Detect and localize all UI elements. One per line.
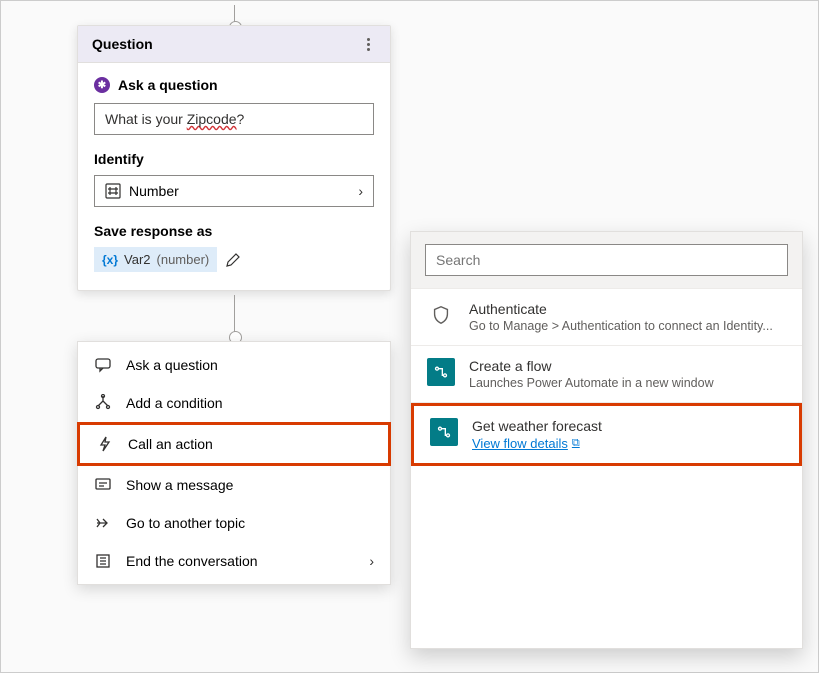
question-text-wavy: Zipcode xyxy=(187,111,237,127)
more-icon[interactable] xyxy=(360,36,376,52)
connector-line-top xyxy=(234,5,235,25)
search-wrap xyxy=(411,232,802,289)
message-icon xyxy=(94,476,112,494)
flyout-item-create-flow[interactable]: Create a flow Launches Power Automate in… xyxy=(411,346,802,403)
menu-go-to-another-topic[interactable]: Go to another topic xyxy=(78,504,390,542)
end-icon xyxy=(94,552,112,570)
flyout-item-subtitle: Launches Power Automate in a new window xyxy=(469,376,714,390)
variable-chip[interactable]: {x} Var2 (number) xyxy=(94,247,217,272)
link-text: View flow details xyxy=(472,436,568,451)
variable-name: Var2 xyxy=(124,252,151,267)
menu-item-label: Ask a question xyxy=(126,357,218,373)
menu-item-label: Call an action xyxy=(128,436,213,452)
flow-icon xyxy=(430,418,458,446)
question-icon: ✱ xyxy=(94,77,110,93)
view-flow-details-link[interactable]: View flow details ⧉ xyxy=(472,436,602,451)
ask-a-question-row: ✱ Ask a question xyxy=(94,77,374,93)
edit-icon[interactable] xyxy=(225,252,241,268)
variable-type: (number) xyxy=(157,252,210,267)
menu-item-label: Show a message xyxy=(126,477,233,493)
identify-selector[interactable]: Number › xyxy=(94,175,374,207)
menu-item-label: End the conversation xyxy=(126,553,258,569)
question-text-post: ? xyxy=(237,111,245,127)
chat-icon xyxy=(94,356,112,374)
shield-icon xyxy=(427,301,455,329)
menu-item-label: Add a condition xyxy=(126,395,223,411)
save-response-label: Save response as xyxy=(94,223,374,239)
redirect-icon xyxy=(94,514,112,532)
question-card: Question ✱ Ask a question What is your Z… xyxy=(77,25,391,291)
external-link-icon: ⧉ xyxy=(572,437,580,450)
chevron-right-icon: › xyxy=(358,183,363,199)
flyout-item-title: Get weather forecast xyxy=(472,418,602,434)
search-input[interactable] xyxy=(425,244,788,276)
ask-a-question-label: Ask a question xyxy=(118,77,218,93)
identify-label: Identify xyxy=(94,151,374,167)
question-text-pre: What is your xyxy=(105,111,187,127)
menu-call-an-action[interactable]: Call an action xyxy=(77,422,391,466)
menu-end-the-conversation[interactable]: End the conversation › xyxy=(78,542,390,580)
lightning-icon xyxy=(96,435,114,453)
question-card-title: Question xyxy=(92,36,153,52)
chevron-right-icon: › xyxy=(369,553,374,569)
flyout-item-subtitle: Go to Manage > Authentication to connect… xyxy=(469,319,773,333)
flyout-item-authenticate[interactable]: Authenticate Go to Manage > Authenticati… xyxy=(411,289,802,346)
identify-value: Number xyxy=(129,183,179,199)
flyout-item-get-weather-forecast[interactable]: Get weather forecast View flow details ⧉ xyxy=(411,403,802,466)
action-flyout-panel: Authenticate Go to Manage > Authenticati… xyxy=(410,231,803,649)
question-text-input[interactable]: What is your Zipcode? xyxy=(94,103,374,135)
question-card-header: Question xyxy=(78,26,390,63)
flyout-item-title: Authenticate xyxy=(469,301,773,317)
action-menu: Ask a question Add a condition Call an a… xyxy=(77,341,391,585)
menu-show-a-message[interactable]: Show a message xyxy=(78,466,390,504)
menu-item-label: Go to another topic xyxy=(126,515,245,531)
menu-add-a-condition[interactable]: Add a condition xyxy=(78,384,390,422)
flow-icon xyxy=(427,358,455,386)
branch-icon xyxy=(94,394,112,412)
connector-line-mid xyxy=(234,295,235,335)
variable-icon: {x} xyxy=(102,253,118,267)
menu-ask-a-question[interactable]: Ask a question xyxy=(78,346,390,384)
number-type-icon xyxy=(105,183,121,199)
flyout-item-title: Create a flow xyxy=(469,358,714,374)
